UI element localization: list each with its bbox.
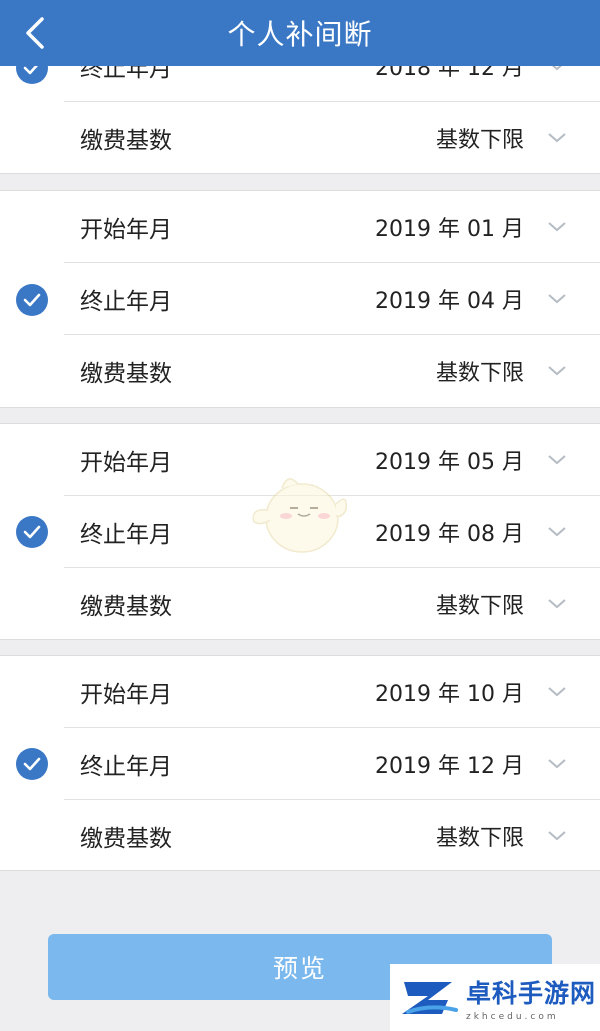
- row-label: 开始年月: [80, 449, 172, 476]
- chevron-down-icon: [548, 222, 566, 232]
- checkbox-checked-icon[interactable]: [16, 748, 48, 780]
- row-value: 2019 年 04 月: [375, 288, 524, 314]
- checkbox-checked-icon[interactable]: [16, 516, 48, 548]
- watermark-url: zkhcedu.com: [466, 1011, 559, 1022]
- row-label: 缴费基数: [80, 594, 172, 620]
- chevron-left-icon: [26, 17, 44, 49]
- row-value: 2019 年 12 月: [375, 753, 524, 779]
- chevron-down-icon: [548, 687, 566, 697]
- chevron-down-icon: [548, 527, 566, 537]
- base-amount-row[interactable]: 缴费基数 基数下限: [64, 335, 600, 407]
- row-value: 基数下限: [435, 594, 524, 619]
- site-watermark: 卓科手游网 zkhcedu.com: [390, 964, 600, 1031]
- watermark-name: 卓科手游网: [466, 978, 597, 1008]
- chevron-down-icon: [548, 831, 566, 841]
- page-title: 个人补间断: [227, 18, 373, 51]
- base-amount-row[interactable]: 缴费基数 基数下限: [64, 568, 600, 640]
- period-group-2: 开始年月 2019 年 01 月 终止年月 2019 年 04 月 缴费基数 基…: [0, 190, 600, 408]
- row-value: 基数下限: [435, 128, 524, 153]
- row-label: 终止年月: [80, 288, 172, 315]
- row-value: 2019 年 08 月: [375, 521, 524, 547]
- checkbox-checked-icon[interactable]: [16, 284, 48, 316]
- row-label: 终止年月: [80, 753, 172, 780]
- end-month-row[interactable]: 终止年月 2019 年 12 月: [64, 728, 600, 800]
- row-value: 基数下限: [435, 826, 524, 851]
- chevron-down-icon: [548, 759, 566, 769]
- start-month-row[interactable]: 开始年月 2019 年 01 月: [64, 191, 600, 263]
- row-value: 2019 年 01 月: [375, 216, 524, 242]
- base-amount-row[interactable]: 缴费基数 基数下限: [64, 800, 600, 872]
- back-button[interactable]: [18, 15, 52, 51]
- chevron-down-icon: [548, 366, 566, 376]
- row-label: 开始年月: [80, 681, 172, 708]
- mascot-sticker-icon: [252, 478, 348, 553]
- row-value: 2019 年 10 月: [375, 681, 524, 707]
- end-month-row[interactable]: 终止年月 2019 年 04 月: [64, 263, 600, 335]
- start-month-row[interactable]: 开始年月 2019 年 10 月: [64, 656, 600, 728]
- chevron-down-icon: [548, 455, 566, 465]
- row-label: 开始年月: [80, 216, 172, 243]
- base-amount-row[interactable]: 缴费基数 基数下限: [64, 102, 600, 174]
- period-group-4: 开始年月 2019 年 10 月 终止年月 2019 年 12 月 缴费基数 基…: [0, 655, 600, 871]
- row-label: 缴费基数: [80, 361, 172, 387]
- z-logo-icon: [402, 981, 458, 1014]
- chevron-down-icon: [548, 294, 566, 304]
- row-label: 终止年月: [80, 521, 172, 548]
- row-label: 缴费基数: [80, 826, 172, 852]
- nav-header: 个人补间断: [0, 0, 600, 66]
- row-label: 缴费基数: [80, 128, 172, 154]
- row-value: 2019 年 05 月: [375, 449, 524, 475]
- row-value: 基数下限: [435, 361, 524, 386]
- chevron-down-icon: [548, 133, 566, 143]
- chevron-down-icon: [548, 599, 566, 609]
